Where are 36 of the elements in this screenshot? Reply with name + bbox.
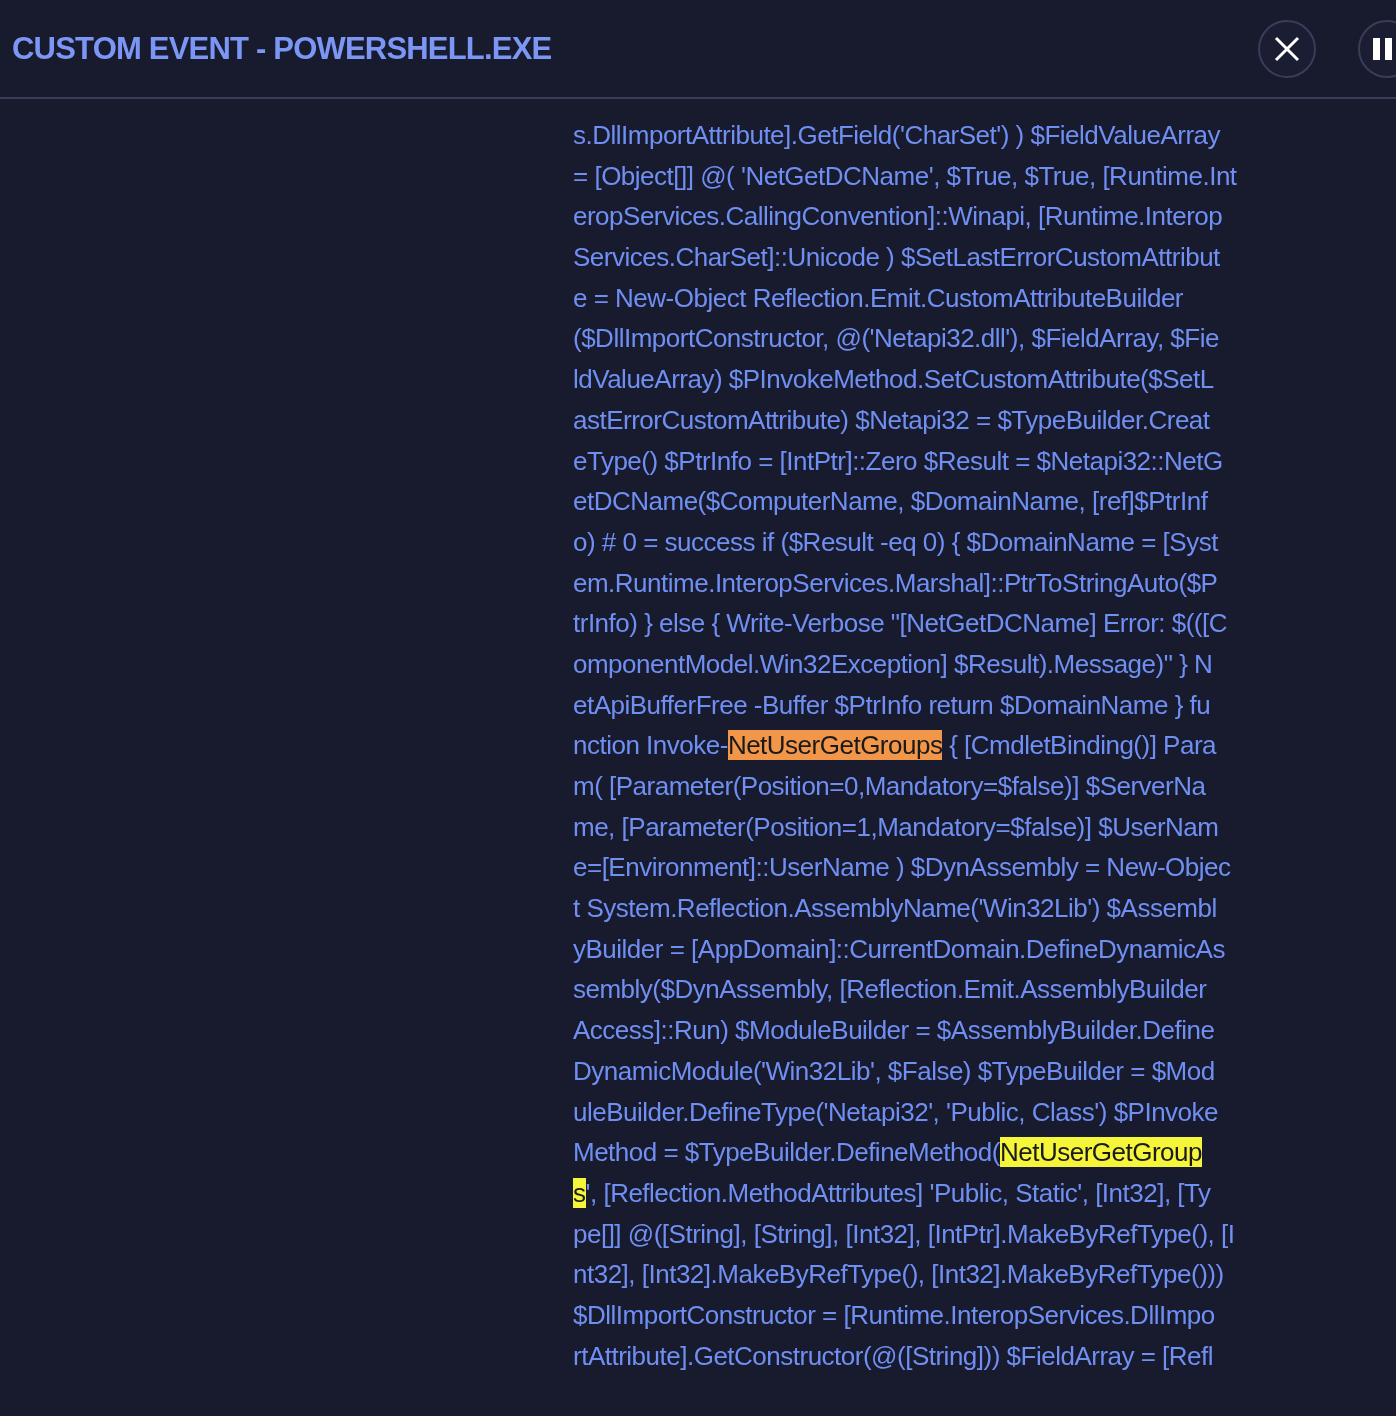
code-text: eType() $PtrInfo = [IntPtr]::Zero $Result = $Netapi32::NetG [573,445,1223,476]
code-text: nction Invoke- [573,730,728,761]
code-text: Method = $TypeBuilder.DefineMethod( [573,1137,1000,1168]
close-icon [1274,35,1300,62]
code-text: em.Runtime.InteropServices.Marshal]::PtrToStringAuto($P [573,567,1218,598]
code-text: me, [Parameter(Position=1,Mandatory=$false)] $UserNam [573,811,1219,842]
code-text: etDCName($ComputerName, $DomainName, [ref]$PtrInf [573,486,1208,517]
code-text: eropServices.CallingConvention]::Winapi, [Runtime.Interop [573,201,1223,232]
code-text: trInfo) } else { Write-Verbose "[NetGetDCName] Error: $(([C [573,608,1227,639]
pause-icon [1372,37,1394,60]
code-text: pe[]] @([String], [String], [Int32], [IntPtr].MakeByRefType(), [I [573,1218,1235,1249]
code-text: e = New-Object Reflection.Emit.CustomAttributeBuilder [573,282,1184,313]
code-text: etApiBufferFree -Buffer $PtrInfo return $DomainName } fu [573,689,1211,720]
code-text: rtAttribute].GetConstructor(@([String])) $FieldArray = [Refl [573,1340,1214,1371]
code-text: m( [Parameter(Position=0,Mandatory=$false)] $ServerNa [573,771,1206,801]
code-text: s.DllImportAttribute].GetField('CharSet') ) $FieldValueArray [573,120,1220,150]
code-text: t System.Reflection.AssemblyName('Win32Lib') $Assembl [573,893,1217,924]
code-text: ', [Reflection.MethodAttributes] 'Public, Static', [Int32], [Ty [585,1177,1211,1208]
code-text: nt32], [Int32].MakeByRefType(), [Int32].MakeByRefType())) [573,1259,1224,1290]
code-text: { [CmdletBinding()] Para [948,730,1217,761]
code-text: o) # 0 = success if ($Result -eq 0) { $DomainName = [Syst [573,526,1218,557]
code-text: $DllImportConstructor = [Runtime.InteropServices.DllImpo [573,1299,1215,1330]
code-text: e=[Environment]::UserName ) $DynAssembly = New-Objec [573,852,1231,883]
code-text: Access]::Run) $ModuleBuilder = $AssemblyBuilder.Define [573,1015,1215,1046]
code-text: ($DllImportConstructor, @('Netapi32.dll'), $FieldArray, $Fie [573,323,1219,354]
code-text: yBuilder = [AppDomain]::CurrentDomain.DefineDynamicAs [573,933,1225,964]
search-match-highlight: s [573,1177,586,1208]
code-text: astErrorCustomAttribute) $Netapi32 = $TypeBuilder.Creat [573,404,1210,435]
code-text: sembly($DynAssembly, [Reflection.Emit.AssemblyBuilder [573,974,1207,1005]
code-text: = [Object[]] @( 'NetGetDCName', $True, $True, [Runtime.Int [573,160,1237,191]
code-text: uleBuilder.DefineType('Netapi32', 'Public, Class') $PInvoke [573,1096,1219,1127]
code-text: omponentModel.Win32Exception] $Result).Message)" } N [573,648,1213,679]
code-text: ldValueArray) $PInvokeMethod.SetCustomAttribute($SetL [573,364,1214,395]
code-text: DynamicModule('Win32Lib', $False) $TypeBuilder = $Mod [573,1055,1215,1086]
window-title: CUSTOM EVENT - POWERSHELL.EXE [12,30,553,67]
code-text: Services.CharSet]::Unicode ) $SetLastErrorCustomAttribut [573,242,1220,273]
